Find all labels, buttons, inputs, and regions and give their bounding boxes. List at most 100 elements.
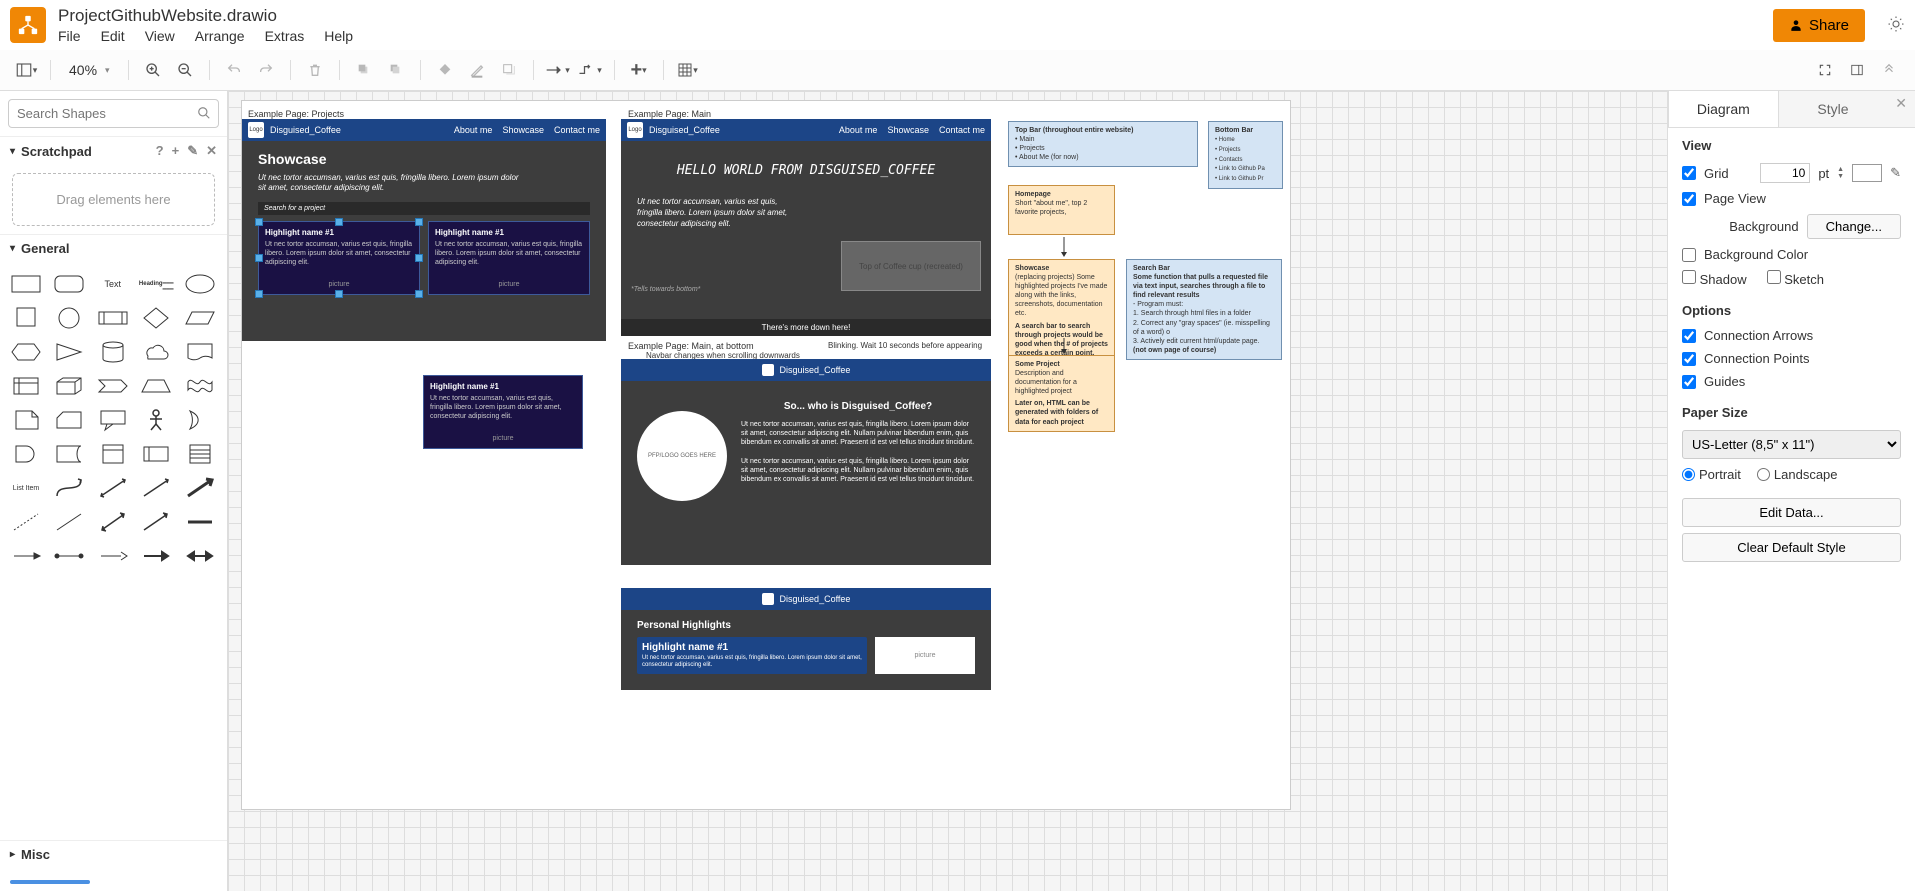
shape-card[interactable] — [51, 406, 87, 434]
change-bg-button[interactable]: Change... — [1807, 214, 1901, 239]
redo-icon[interactable] — [252, 56, 280, 84]
general-header[interactable]: ▾ General — [0, 234, 227, 262]
edit-data-button[interactable]: Edit Data... — [1682, 498, 1901, 527]
zoom-in-icon[interactable] — [139, 56, 167, 84]
mockup-highlights[interactable]: Disguised_Coffee Personal Highlights Hig… — [621, 588, 991, 690]
note-homepage[interactable]: Homepage Short "about me", top 2 favorit… — [1008, 185, 1115, 235]
shape-ellipse[interactable] — [182, 270, 218, 298]
scratchpad-header[interactable]: ▾ Scratchpad ? + ✎ ✕ — [0, 136, 227, 165]
menu-arrange[interactable]: Arrange — [195, 28, 245, 44]
format-panel-icon[interactable] — [1843, 56, 1871, 84]
shape-line[interactable] — [51, 508, 87, 536]
shape-rect[interactable] — [8, 270, 44, 298]
menu-view[interactable]: View — [145, 28, 175, 44]
grid-pencil-icon[interactable]: ✎ — [1890, 165, 1901, 181]
floating-card[interactable]: Highlight name #1 Ut nec tortor accumsan… — [423, 375, 583, 449]
waypoint-icon[interactable]: ▾ — [576, 56, 604, 84]
shape-trapezoid[interactable] — [138, 372, 174, 400]
shape-parallelogram[interactable] — [182, 304, 218, 332]
shape-thick-arrow[interactable] — [182, 474, 218, 502]
canvas[interactable]: Example Page: Projects Logo Disguised_Co… — [228, 91, 1667, 891]
shape-link4[interactable] — [95, 542, 131, 570]
shape-and[interactable] — [8, 440, 44, 468]
menu-extras[interactable]: Extras — [265, 28, 305, 44]
conn-arrows-checkbox[interactable] — [1682, 329, 1696, 343]
shape-bidir-line[interactable] — [95, 508, 131, 536]
shape-cylinder[interactable] — [95, 338, 131, 366]
line-color-icon[interactable] — [463, 56, 491, 84]
shape-list[interactable] — [182, 440, 218, 468]
scratchpad-help-icon[interactable]: ? — [156, 143, 164, 159]
shape-listitem[interactable]: List Item — [8, 474, 44, 502]
fullscreen-icon[interactable] — [1811, 56, 1839, 84]
fill-color-icon[interactable] — [431, 56, 459, 84]
shape-datastore[interactable] — [51, 440, 87, 468]
guides-checkbox[interactable] — [1682, 375, 1696, 389]
mockup-main-bottom[interactable]: Disguised_Coffee PFP/LOGO GOES HERE So..… — [621, 359, 991, 565]
undo-icon[interactable] — [220, 56, 248, 84]
grid-size-input[interactable] — [1760, 163, 1810, 183]
shape-heading[interactable]: Heading━━━━━━ — [138, 270, 174, 298]
grid-color-swatch[interactable] — [1852, 164, 1882, 182]
scratchpad-edit-icon[interactable]: ✎ — [187, 143, 198, 159]
shape-or[interactable] — [182, 406, 218, 434]
theme-icon[interactable] — [1887, 15, 1905, 36]
menu-file[interactable]: File — [58, 28, 81, 44]
scratchpad-close-icon[interactable]: ✕ — [206, 143, 217, 159]
shape-dir-line[interactable] — [138, 508, 174, 536]
papersize-select[interactable]: US-Letter (8,5" x 11") — [1682, 430, 1901, 459]
clear-style-button[interactable]: Clear Default Style — [1682, 533, 1901, 562]
zoom-out-icon[interactable] — [171, 56, 199, 84]
shape-step[interactable] — [95, 372, 131, 400]
portrait-radio[interactable] — [1682, 468, 1695, 481]
shape-arrow[interactable] — [138, 474, 174, 502]
sketch-checkbox[interactable] — [1767, 270, 1781, 284]
shape-callout[interactable] — [95, 406, 131, 434]
connection-icon[interactable]: ▾ — [544, 56, 572, 84]
note-someproject[interactable]: Some Project Description and documentati… — [1008, 355, 1115, 432]
grid-up-icon[interactable]: ▲ — [1837, 166, 1844, 173]
shape-rounded[interactable] — [51, 270, 87, 298]
shape-link6[interactable] — [182, 542, 218, 570]
shape-hcontainer[interactable] — [138, 440, 174, 468]
shadow-icon[interactable] — [495, 56, 523, 84]
shape-container[interactable] — [95, 440, 131, 468]
tab-style[interactable]: Style — [1778, 91, 1888, 127]
to-front-icon[interactable] — [350, 56, 378, 84]
scratchpad-drop-area[interactable]: Drag elements here — [12, 173, 215, 226]
shape-internal-storage[interactable] — [8, 372, 44, 400]
search-shapes-input[interactable] — [8, 99, 219, 128]
shape-circle[interactable] — [51, 304, 87, 332]
search-icon[interactable] — [197, 106, 211, 123]
grid-down-icon[interactable]: ▼ — [1837, 173, 1844, 180]
note-searchbar[interactable]: Search Bar Some function that pulls a re… — [1126, 259, 1282, 360]
menu-help[interactable]: Help — [324, 28, 353, 44]
shape-text[interactable]: Text — [95, 270, 131, 298]
mockup-main[interactable]: Logo Disguised_Coffee About meShowcaseCo… — [621, 119, 991, 336]
shape-dashed[interactable] — [8, 508, 44, 536]
shape-diamond[interactable] — [138, 304, 174, 332]
shape-process[interactable] — [95, 304, 131, 332]
shape-tape[interactable] — [182, 372, 218, 400]
shape-link2[interactable] — [8, 542, 44, 570]
mockup-projects[interactable]: Logo Disguised_Coffee About me Showcase … — [242, 119, 606, 341]
sidebar-toggle-icon[interactable]: ▾ — [12, 56, 40, 84]
shape-document[interactable] — [182, 338, 218, 366]
note-bottombar[interactable]: Bottom Bar • Home • Projects • Contacts … — [1208, 121, 1283, 189]
conn-points-checkbox[interactable] — [1682, 352, 1696, 366]
shape-hexagon[interactable] — [8, 338, 44, 366]
page-tab[interactable] — [10, 880, 90, 884]
share-button[interactable]: Share — [1773, 9, 1865, 42]
shape-link3[interactable] — [51, 542, 87, 570]
shadow-checkbox[interactable] — [1682, 270, 1696, 284]
delete-icon[interactable] — [301, 56, 329, 84]
shape-square[interactable] — [8, 304, 44, 332]
tab-close-icon[interactable]: ✕ — [1887, 91, 1915, 127]
collapse-icon[interactable] — [1875, 56, 1903, 84]
shape-cube[interactable] — [51, 372, 87, 400]
shape-curve[interactable] — [51, 474, 87, 502]
shape-note[interactable] — [8, 406, 44, 434]
shape-actor[interactable] — [138, 406, 174, 434]
shape-triangle[interactable] — [51, 338, 87, 366]
shape-link[interactable] — [182, 508, 218, 536]
